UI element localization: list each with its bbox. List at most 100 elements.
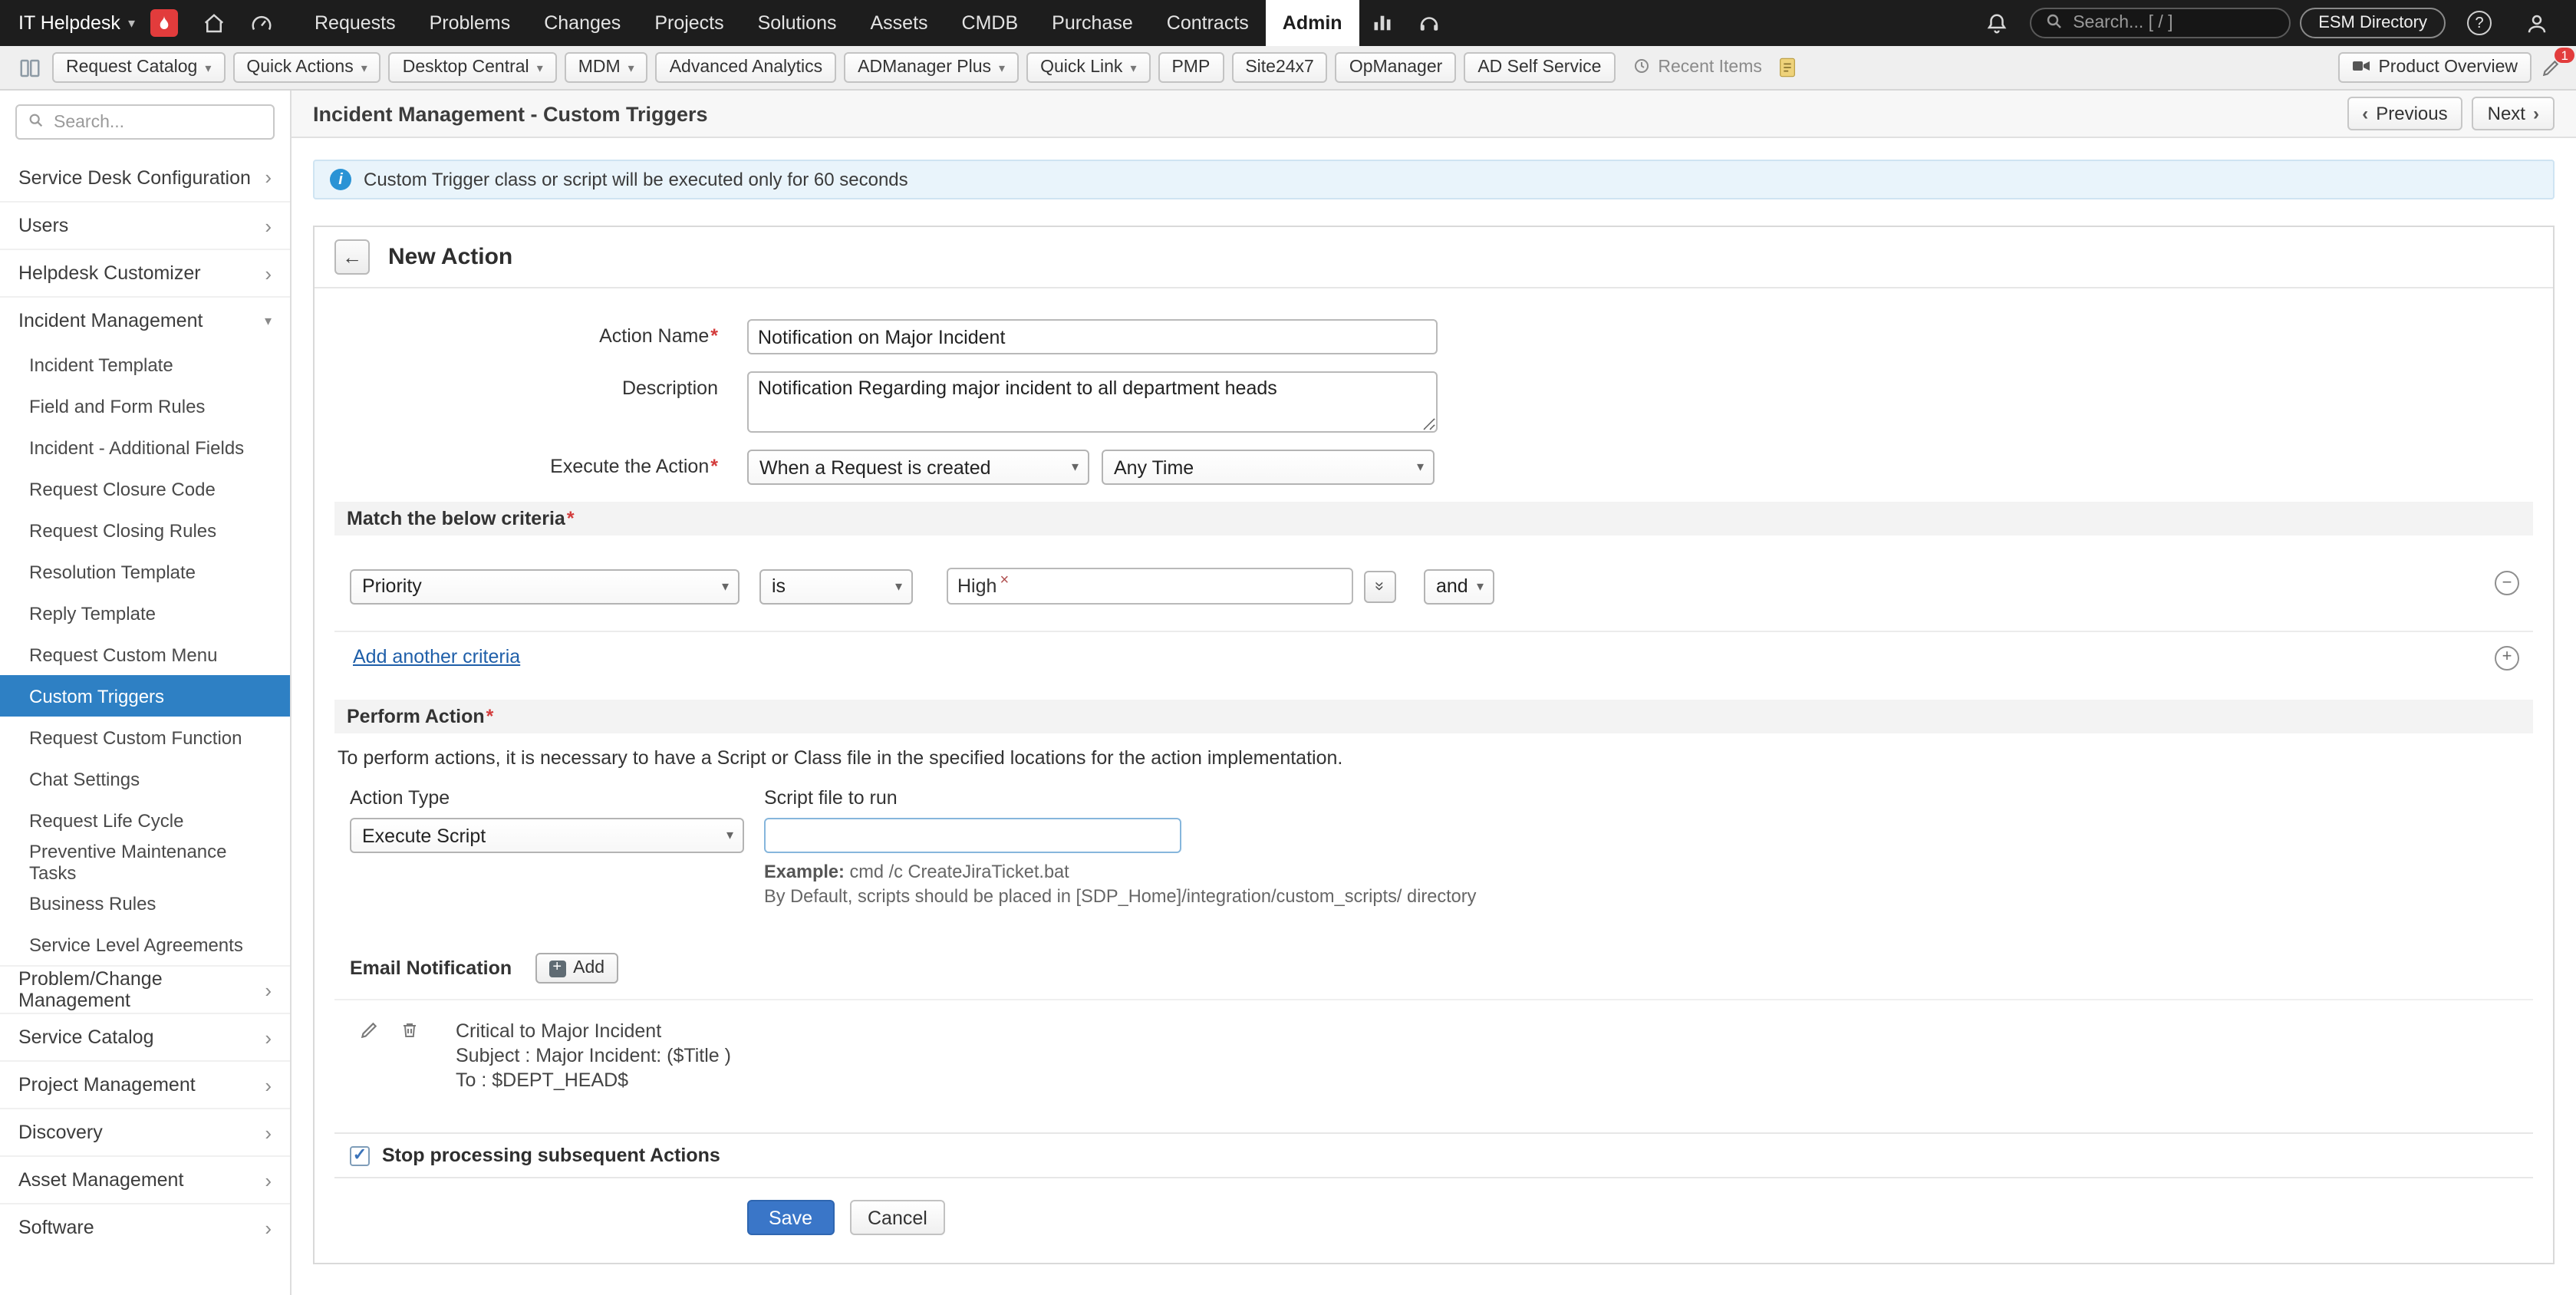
menu-item-cmdb[interactable]: CMDB (945, 0, 1036, 46)
edit-pencil-icon[interactable]: 1 (2541, 47, 2574, 77)
app-switcher[interactable]: IT Helpdesk (0, 0, 150, 46)
toolbar-quick-actions-button[interactable]: Quick Actions (232, 52, 381, 83)
toolbar-mdm-button[interactable]: MDM (564, 52, 648, 83)
sidebar-item-incident-template[interactable]: Incident Template (0, 344, 290, 385)
menu-item-solutions[interactable]: Solutions (741, 0, 854, 46)
sidebar-item-request-life-cycle[interactable]: Request Life Cycle (0, 799, 290, 841)
global-search-input[interactable] (2073, 14, 2276, 32)
perform-action-section-header: Perform Action * (334, 700, 2533, 733)
toolbar-opmanager-button[interactable]: OpManager (1335, 52, 1457, 83)
sidebar-item-project-management[interactable]: Project Management (0, 1060, 290, 1108)
admin-sidebar: Service Desk Configuration Users Helpdes… (0, 91, 292, 1295)
reports-chart-icon[interactable] (1359, 0, 1405, 46)
sidebar-search-input[interactable] (54, 113, 262, 131)
edit-icon[interactable] (359, 1019, 379, 1092)
execute-time-select[interactable]: Any Time (1102, 450, 1435, 485)
execute-when-select[interactable]: When a Request is created (747, 450, 1089, 485)
notifications-bell-icon[interactable] (1973, 12, 2021, 35)
back-button[interactable] (334, 239, 370, 275)
sidebar-item-request-custom-menu[interactable]: Request Custom Menu (0, 634, 290, 675)
required-marker: * (710, 325, 718, 347)
sidebar-item-chat-settings[interactable]: Chat Settings (0, 758, 290, 799)
add-criteria-button[interactable] (2495, 645, 2519, 670)
sidebar-item-users[interactable]: Users (0, 201, 290, 249)
sidebar-item-service-catalog[interactable]: Service Catalog (0, 1013, 290, 1060)
script-example-hint: Example: cmd /c CreateJiraTicket.bat (764, 861, 1069, 882)
cancel-button[interactable]: Cancel (849, 1200, 946, 1235)
double-chevron-icon (1375, 577, 1385, 595)
remove-criteria-button[interactable] (2495, 571, 2519, 595)
sidebar-item-custom-triggers[interactable]: Custom Triggers (0, 675, 290, 717)
action-name-input[interactable] (747, 319, 1438, 354)
toolbar-admanager-plus-button[interactable]: ADManager Plus (844, 52, 1020, 83)
toolbar-site24x7-button[interactable]: Site24x7 (1231, 52, 1328, 83)
global-search[interactable] (2030, 8, 2291, 38)
sidebar-item-problem-change-management[interactable]: Problem/Change Management (0, 965, 290, 1013)
menu-item-requests[interactable]: Requests (298, 0, 413, 46)
sidebar-item-service-desk-configuration[interactable]: Service Desk Configuration (0, 153, 290, 201)
menu-item-purchase[interactable]: Purchase (1035, 0, 1150, 46)
chevron-right-icon (265, 214, 272, 237)
remove-chip-icon[interactable] (1000, 574, 1009, 589)
dashboard-icon[interactable] (238, 0, 285, 46)
add-another-criteria-link[interactable]: Add another criteria (353, 646, 520, 667)
toolbar-advanced-analytics-button[interactable]: Advanced Analytics (655, 52, 837, 83)
sidebar-item-service-level-agreements[interactable]: Service Level Agreements (0, 924, 290, 965)
sidebar-item-incident-additional-fields[interactable]: Incident - Additional Fields (0, 427, 290, 468)
toolbar-desktop-central-button[interactable]: Desktop Central (388, 52, 557, 83)
criteria-value-box[interactable]: High (947, 568, 1353, 605)
notes-clipboard-icon[interactable] (1779, 57, 1797, 78)
criteria-operator-select[interactable]: is (759, 568, 913, 604)
add-email-notification-button[interactable]: Add (535, 953, 619, 984)
plus-icon (548, 960, 566, 977)
toolbar-request-catalog-button[interactable]: Request Catalog (52, 52, 226, 83)
recent-items-button[interactable]: Recent Items (1632, 56, 1762, 79)
save-button[interactable]: Save (747, 1200, 834, 1235)
next-button[interactable]: Next (2472, 97, 2555, 130)
sidebar-item-reply-template[interactable]: Reply Template (0, 592, 290, 634)
sidebar-item-helpdesk-customizer[interactable]: Helpdesk Customizer (0, 249, 290, 296)
menu-item-changes[interactable]: Changes (527, 0, 637, 46)
sidebar-item-incident-management[interactable]: Incident Management (0, 296, 290, 344)
menu-item-admin[interactable]: Admin (1265, 0, 1359, 46)
sidebar-item-asset-management[interactable]: Asset Management (0, 1155, 290, 1203)
menu-item-contracts[interactable]: Contracts (1150, 0, 1266, 46)
menu-item-projects[interactable]: Projects (637, 0, 740, 46)
panel-toggle-icon[interactable] (15, 56, 44, 79)
sidebar-item-field-and-form-rules[interactable]: Field and Form Rules (0, 385, 290, 427)
previous-button[interactable]: Previous (2347, 97, 2463, 130)
sidebar-item-request-custom-function[interactable]: Request Custom Function (0, 717, 290, 758)
toolbar-pmp-button[interactable]: PMP (1158, 52, 1224, 83)
criteria-join-select[interactable]: and (1424, 568, 1494, 604)
headset-icon[interactable] (1405, 0, 1453, 46)
sidebar-item-business-rules[interactable]: Business Rules (0, 882, 290, 924)
app-title: IT Helpdesk (18, 12, 120, 34)
pick-values-button[interactable] (1364, 570, 1396, 602)
toolbar-quick-link-button[interactable]: Quick Link (1026, 52, 1151, 83)
action-type-select[interactable]: Execute Script (350, 818, 744, 853)
description-input[interactable]: Notification Regarding major incident to… (747, 371, 1438, 433)
sidebar-item-request-closing-rules[interactable]: Request Closing Rules (0, 509, 290, 551)
esm-directory-button[interactable]: ESM Directory (2300, 8, 2446, 38)
stop-processing-checkbox[interactable] (350, 1145, 370, 1165)
criteria-value-chip: High (957, 575, 1009, 597)
script-file-input[interactable] (764, 818, 1181, 853)
sidebar-item-preventive-maintenance-tasks[interactable]: Preventive Maintenance Tasks (0, 840, 290, 883)
menu-item-problems[interactable]: Problems (413, 0, 528, 46)
product-overview-button[interactable]: Product Overview (2338, 52, 2532, 83)
sidebar-search[interactable] (15, 104, 275, 140)
toolbar-ad-self-service-button[interactable]: AD Self Service (1464, 52, 1616, 83)
user-profile-icon[interactable] (2513, 12, 2561, 35)
menu-item-assets[interactable]: Assets (854, 0, 945, 46)
criteria-field-select[interactable]: Priority (350, 568, 740, 604)
sidebar-item-request-closure-code[interactable]: Request Closure Code (0, 468, 290, 509)
sidebar-item-software[interactable]: Software (0, 1203, 290, 1251)
sidebar-item-discovery[interactable]: Discovery (0, 1108, 290, 1155)
home-icon[interactable] (190, 0, 238, 46)
plus-icon (2502, 649, 2512, 666)
chevron-right-icon (265, 262, 272, 285)
sidebar-item-resolution-template[interactable]: Resolution Template (0, 551, 290, 592)
delete-icon[interactable] (400, 1019, 419, 1092)
help-icon[interactable] (2455, 11, 2504, 35)
sidebar-item-label: Asset Management (18, 1169, 184, 1191)
